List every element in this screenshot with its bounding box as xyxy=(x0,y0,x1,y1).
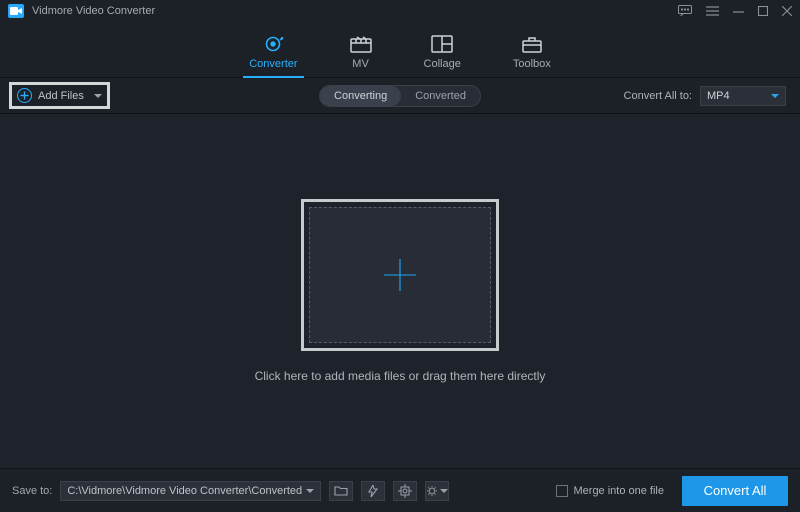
main-area: Click here to add media files or drag th… xyxy=(0,114,800,468)
window-controls xyxy=(678,5,792,17)
drop-zone[interactable] xyxy=(309,207,491,343)
app-window: Vidmore Video Converter Converter MV xyxy=(0,0,800,512)
speed-button[interactable] xyxy=(361,481,385,501)
chevron-down-icon xyxy=(440,489,448,493)
merge-label: Merge into one file xyxy=(574,485,665,497)
menu-icon[interactable] xyxy=(706,6,719,16)
toolbox-icon xyxy=(521,34,543,54)
titlebar: Vidmore Video Converter xyxy=(0,0,800,22)
converter-icon xyxy=(262,34,284,54)
output-format-select[interactable]: MP4 xyxy=(700,86,786,106)
plus-icon xyxy=(380,255,420,295)
lightning-icon xyxy=(366,485,380,497)
open-folder-button[interactable] xyxy=(329,481,353,501)
maximize-icon[interactable] xyxy=(758,6,768,16)
convert-all-to-label: Convert All to: xyxy=(624,90,692,102)
app-logo-icon xyxy=(8,4,24,18)
gear-icon xyxy=(426,484,438,498)
tab-converter[interactable]: Converter xyxy=(249,34,297,77)
folder-icon xyxy=(334,485,348,496)
collage-icon xyxy=(431,34,453,54)
save-to-label: Save to: xyxy=(12,485,52,497)
plus-circle-icon xyxy=(17,88,32,103)
minimize-icon[interactable] xyxy=(733,6,744,17)
tab-label: MV xyxy=(352,58,369,70)
add-files-label: Add Files xyxy=(38,90,84,102)
add-files-button[interactable]: Add Files xyxy=(17,88,102,103)
subbar: Add Files Converting Converted Convert A… xyxy=(0,78,800,114)
tab-label: Converter xyxy=(249,58,297,70)
add-files-highlight: Add Files xyxy=(9,82,110,109)
seg-converting[interactable]: Converting xyxy=(320,86,401,106)
chevron-down-icon xyxy=(771,94,779,98)
merge-checkbox[interactable]: Merge into one file xyxy=(556,485,665,497)
status-segment: Converting Converted xyxy=(319,85,481,107)
bottom-bar: Save to: C:\Vidmore\Vidmore Video Conver… xyxy=(0,468,800,512)
app-title: Vidmore Video Converter xyxy=(32,5,155,17)
chip-icon xyxy=(398,484,412,498)
mv-icon xyxy=(350,34,372,54)
chevron-down-icon xyxy=(94,94,102,98)
mode-tabs: Converter MV Collage Toolbox xyxy=(0,22,800,78)
tab-label: Collage xyxy=(424,58,461,70)
feedback-icon[interactable] xyxy=(678,5,692,17)
convert-all-button[interactable]: Convert All xyxy=(682,476,788,506)
tab-collage[interactable]: Collage xyxy=(424,34,461,77)
seg-converted[interactable]: Converted xyxy=(401,86,480,106)
gpu-button[interactable] xyxy=(393,481,417,501)
save-path-select[interactable]: C:\Vidmore\Vidmore Video Converter\Conve… xyxy=(60,481,321,501)
chevron-down-icon xyxy=(306,489,314,493)
drop-caption: Click here to add media files or drag th… xyxy=(255,369,546,383)
tab-mv[interactable]: MV xyxy=(350,34,372,77)
checkbox-icon xyxy=(556,485,568,497)
tab-label: Toolbox xyxy=(513,58,551,70)
settings-button[interactable] xyxy=(425,481,449,501)
save-path-value: C:\Vidmore\Vidmore Video Converter\Conve… xyxy=(67,485,302,497)
drop-highlight xyxy=(301,199,499,351)
close-icon[interactable] xyxy=(782,6,792,16)
convert-all-to: Convert All to: MP4 xyxy=(624,86,786,106)
format-value: MP4 xyxy=(707,90,730,102)
tab-toolbox[interactable]: Toolbox xyxy=(513,34,551,77)
